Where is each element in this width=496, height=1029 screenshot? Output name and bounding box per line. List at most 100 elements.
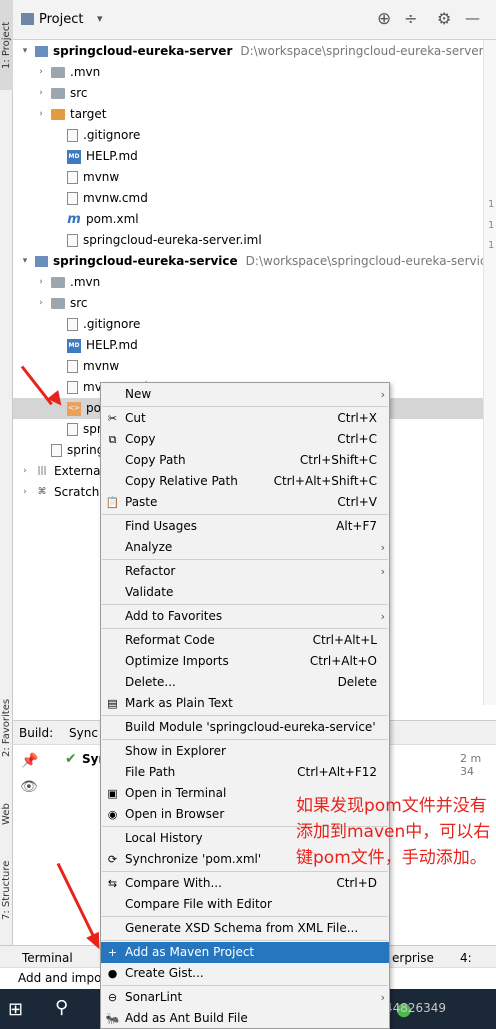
menu-item[interactable]: 🐜 Add as Ant Build File [101,1008,389,1029]
library-icon: ||| [37,466,47,476]
project-view-title[interactable]: Project [39,12,83,27]
submenu-arrow-icon: › [380,991,385,1004]
tree-item[interactable]: › .mvn [13,62,100,83]
menu-item[interactable]: Find Usages Alt+F7 [101,516,389,537]
menu-item[interactable]: Reformat Code Ctrl+Alt+L [101,630,389,651]
file-icon [67,234,78,247]
tree-item-label: HELP.md [86,338,138,352]
expand-arrow-icon[interactable]: › [19,461,31,482]
expand-arrow-icon[interactable]: ▾ [19,251,31,272]
tree-item[interactable]: mvnw.cmd [13,188,148,209]
expand-arrow-icon[interactable]: ▾ [19,41,31,62]
tree-item[interactable]: › target [13,104,106,125]
tree-item[interactable]: .gitignore [13,314,140,335]
menu-item[interactable]: New › [101,384,389,405]
menu-item[interactable]: Generate XSD Schema from XML File... [101,918,389,939]
expand-arrow-icon[interactable]: › [35,293,47,314]
menu-item[interactable]: File Path Ctrl+Alt+F12 [101,762,389,783]
menu-item-shortcut: Ctrl+Alt+F12 [297,765,377,779]
tree-item-label: mvnw.cmd [83,191,148,205]
tree-item[interactable]: › src [13,293,87,314]
menu-separator [102,739,388,740]
tree-item[interactable]: › .mvn [13,272,100,293]
menu-item[interactable]: Compare File with Editor [101,894,389,915]
tab-favorites[interactable]: 2: Favorites [0,690,13,765]
tree-item[interactable]: MD HELP.md [13,146,138,167]
expand-arrow-icon[interactable]: › [19,482,31,503]
menu-item[interactable]: Analyze › [101,537,389,558]
pin-icon[interactable]: 📌 [21,753,38,769]
tree-item[interactable]: mvnw [13,167,119,188]
menu-item[interactable]: Build Module 'springcloud-eureka-service… [101,717,389,738]
menu-item[interactable]: ▤ Mark as Plain Text [101,693,389,714]
menu-item-label: Add as Maven Project [125,945,255,959]
menu-item[interactable]: Copy Path Ctrl+Shift+C [101,450,389,471]
expand-arrow-icon[interactable]: › [35,272,47,293]
menu-separator [102,871,388,872]
tab-structure[interactable]: 7: Structure [0,850,13,930]
markdown-icon: MD [67,149,81,164]
chevron-down-icon[interactable]: ▾ [97,12,103,25]
menu-item[interactable]: Add to Favorites › [101,606,389,627]
tree-item[interactable]: › src [13,83,87,104]
tree-item[interactable]: ▾ springcloud-eureka-service D:\workspace\… [13,251,483,272]
windows-start-icon[interactable]: ⊞ [8,999,23,1020]
menu-item[interactable]: ⇆ Compare With... Ctrl+D [101,873,389,894]
hide-icon[interactable]: — [465,9,480,27]
menu-item-label: Open in Browser [125,807,225,821]
menu-item-label: Add to Favorites [125,609,223,623]
menu-item[interactable]: ⧉ Copy Ctrl+C [101,429,389,450]
menu-item[interactable]: Optimize Imports Ctrl+Alt+O [101,651,389,672]
tab-sync[interactable]: Sync [69,726,98,740]
menu-item-shortcut: Ctrl+Alt+Shift+C [273,474,377,488]
maven-icon: m [67,212,81,227]
module-icon [35,256,48,267]
menu-item[interactable]: ● Create Gist... [101,963,389,984]
expand-arrow-icon[interactable]: › [35,104,47,125]
tab-enterprise[interactable]: erprise [392,951,434,965]
menu-item[interactable]: Refactor › [101,561,389,582]
tab-project[interactable]: 1: Project [0,0,13,90]
menu-item-label: Compare With... [125,876,222,890]
menu-item[interactable]: Copy Relative Path Ctrl+Alt+Shift+C [101,471,389,492]
tree-item[interactable]: springcloud-eureka-server.iml [13,230,262,251]
menu-item-icon: ⇆ [107,877,118,890]
search-icon[interactable]: ⚲ [55,997,68,1018]
menu-item-label: Reformat Code [125,633,215,647]
tree-item[interactable]: MD HELP.md [13,335,138,356]
expand-arrow-icon[interactable]: › [35,62,47,83]
tab-web[interactable]: Web [0,792,13,837]
menu-item[interactable]: Show in Explorer [101,741,389,762]
menu-item[interactable]: + Add as Maven Project [101,942,389,963]
menu-item-label: Validate [125,585,174,599]
menu-item[interactable]: ⊖ SonarLint › [101,987,389,1008]
menu-item-label: Compare File with Editor [125,897,272,911]
xml-file-icon: <> [67,401,81,416]
locate-icon[interactable]: ⊕ [377,9,391,29]
markdown-icon: MD [67,338,81,353]
menu-item[interactable]: Validate [101,582,389,603]
eye-icon[interactable]: 👁 [20,779,38,795]
menu-item[interactable]: ✂ Cut Ctrl+X [101,408,389,429]
tree-item[interactable]: ▾ springcloud-eureka-server D:\workspace\s… [13,41,483,62]
menu-item[interactable]: Delete... Delete [101,672,389,693]
tab-terminal[interactable]: Terminal [22,951,73,965]
collapse-icon[interactable]: ÷ [404,9,417,28]
menu-item[interactable]: 📋 Paste Ctrl+V [101,492,389,513]
menu-item-label: Copy Path [125,453,186,467]
tree-item-label: mvnw [83,170,120,184]
check-icon: ✔ [65,751,77,767]
tab-build[interactable]: Build: [19,726,53,740]
menu-item-label: Local History [125,831,203,845]
gear-icon[interactable]: ⚙ [437,9,451,28]
tree-item[interactable]: .gitignore [13,125,140,146]
file-icon [67,192,78,205]
expand-arrow-icon[interactable]: › [35,83,47,104]
tree-item[interactable]: m pom.xml [13,209,139,230]
annotation-note: 如果发现pom文件并没有添加到maven中，可以右键pom文件，手动添加。 [296,796,491,868]
tree-item-label: .mvn [70,65,101,79]
menu-separator [102,940,388,941]
file-icon [67,381,78,394]
menu-item-label: Delete... [125,675,176,689]
tree-item-label: pom.xml [86,212,139,226]
